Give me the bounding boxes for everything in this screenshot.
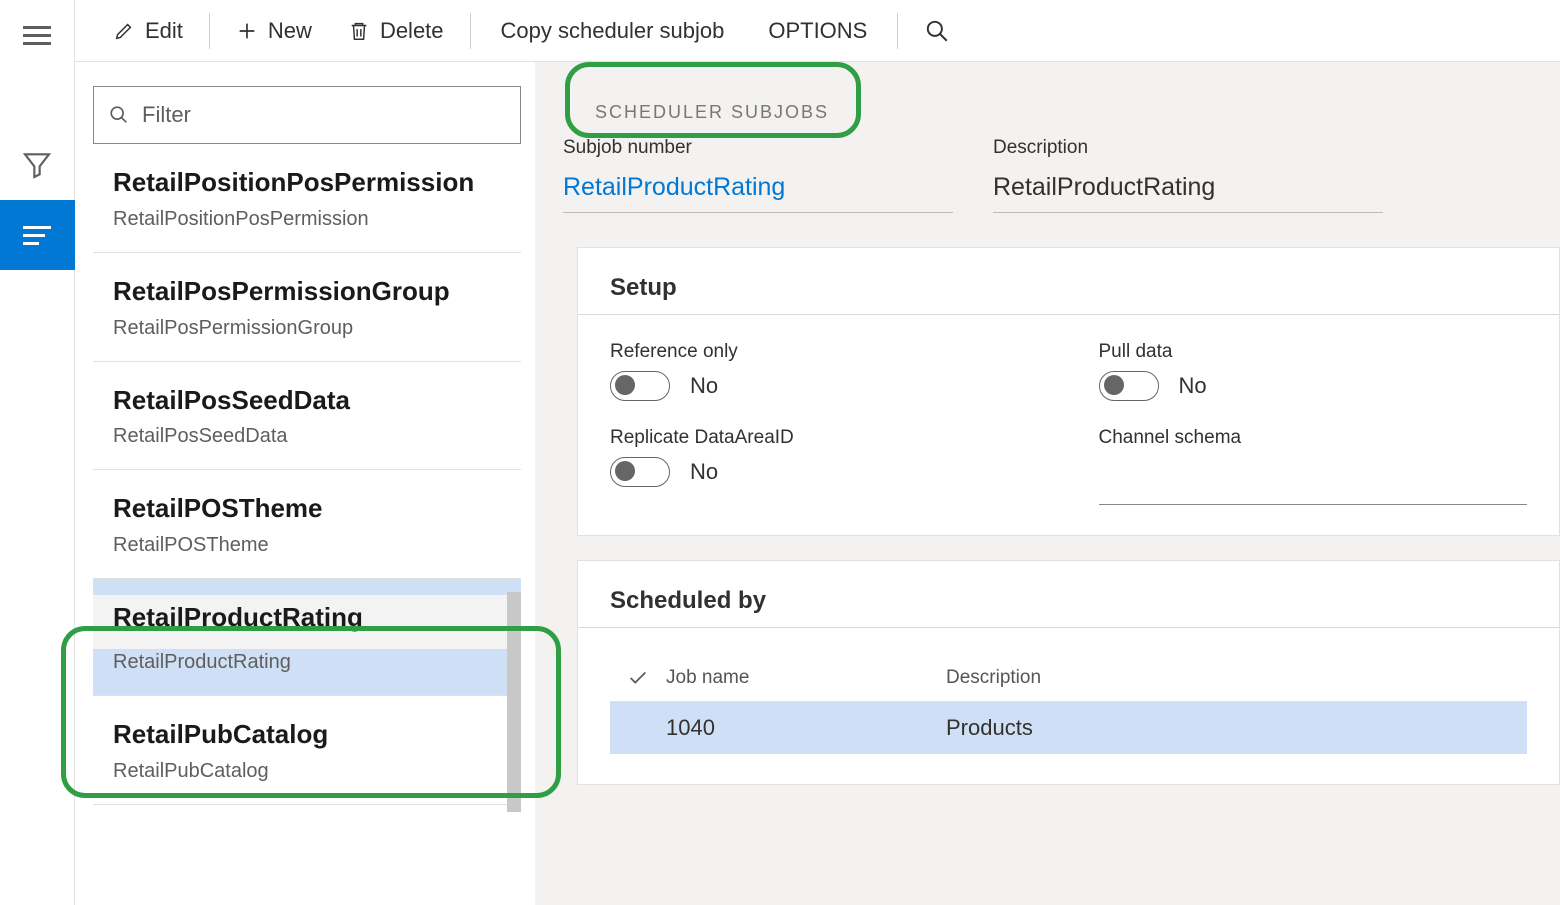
plus-icon: [236, 20, 258, 42]
list-item-title: RetailPubCatalog: [113, 718, 501, 752]
channel-schema-label: Channel schema: [1099, 427, 1528, 449]
reference-only-toggle[interactable]: [610, 371, 670, 401]
toolbar: Edit New Delete Copy scheduler subjob OP…: [75, 0, 1560, 62]
list-item[interactable]: RetailPosSeedData RetailPosSeedData: [93, 362, 521, 471]
list-item-sub: RetailPubCatalog: [113, 758, 501, 784]
filter-box[interactable]: [93, 86, 521, 144]
filter-input[interactable]: [142, 102, 506, 128]
list-item-title: RetailPOSTheme: [113, 492, 501, 526]
replicate-value: No: [690, 459, 718, 485]
delete-button[interactable]: Delete: [330, 11, 462, 51]
toolbar-separator: [209, 13, 210, 49]
list-item-sub: RetailPosPermissionGroup: [113, 315, 501, 341]
funnel-icon: [21, 149, 53, 181]
divider: [578, 627, 1559, 628]
filter-rail-button[interactable]: [0, 130, 75, 200]
divider: [578, 314, 1559, 315]
col-description[interactable]: Description: [946, 667, 1527, 689]
options-button[interactable]: OPTIONS: [746, 18, 889, 44]
list-panel: RetailPositionPosPermission RetailPositi…: [75, 62, 535, 905]
pull-data-toggle[interactable]: [1099, 371, 1159, 401]
list-item-sub: RetailPositionPosPermission: [113, 206, 501, 232]
hamburger-button[interactable]: [0, 0, 75, 70]
cell-description: Products: [946, 715, 1527, 741]
subjob-list[interactable]: RetailPositionPosPermission RetailPositi…: [93, 152, 521, 905]
replicate-label: Replicate DataAreaID: [610, 427, 1039, 449]
list-item-title: RetailPosSeedData: [113, 384, 501, 418]
pull-data-value: No: [1179, 373, 1207, 399]
new-label: New: [268, 18, 312, 44]
subjob-number-label: Subjob number: [563, 137, 953, 159]
list-item-title: RetailPositionPosPermission: [113, 166, 501, 200]
list-rail-button[interactable]: [0, 200, 75, 270]
detail-panel: SCHEDULER SUBJOBS Subjob number RetailPr…: [535, 62, 1560, 905]
left-rail: [0, 0, 75, 905]
setup-heading: Setup: [610, 274, 1527, 302]
new-button[interactable]: New: [218, 11, 330, 51]
search-icon: [108, 104, 130, 126]
scheduled-by-card: Scheduled by Job name Description 1: [577, 560, 1560, 785]
pencil-icon: [113, 20, 135, 42]
copy-subjob-button[interactable]: Copy scheduler subjob: [479, 18, 747, 44]
list-item-sub: RetailPOSTheme: [113, 532, 501, 558]
reference-only-label: Reference only: [610, 341, 1039, 363]
setup-card: Setup Reference only No: [577, 247, 1560, 536]
table-check-header[interactable]: [610, 667, 666, 689]
table-row[interactable]: 1040 Products: [610, 702, 1527, 754]
hamburger-icon: [23, 26, 51, 45]
delete-label: Delete: [380, 18, 444, 44]
list-item-title: RetailProductRating: [113, 601, 501, 635]
cell-job-name: 1040: [666, 715, 946, 741]
col-job-name[interactable]: Job name: [666, 667, 946, 689]
scheduled-by-heading: Scheduled by: [610, 587, 1527, 615]
channel-schema-input[interactable]: [1099, 467, 1528, 505]
reference-only-value: No: [690, 373, 718, 399]
toolbar-separator: [897, 13, 898, 49]
list-item[interactable]: RetailPubCatalog RetailPubCatalog: [93, 696, 521, 805]
subjob-number-value[interactable]: RetailProductRating: [563, 167, 953, 213]
list-item-sub: RetailProductRating: [113, 649, 501, 675]
scheduled-by-table: Job name Description 1040 Products: [610, 654, 1527, 754]
table-header: Job name Description: [610, 654, 1527, 702]
page-type-label: SCHEDULER SUBJOBS: [595, 102, 1560, 123]
edit-button[interactable]: Edit: [95, 11, 201, 51]
description-value[interactable]: RetailProductRating: [993, 167, 1383, 213]
pull-data-label: Pull data: [1099, 341, 1528, 363]
list-lines-icon: [23, 226, 51, 245]
search-icon: [924, 18, 950, 44]
list-item[interactable]: RetailPositionPosPermission RetailPositi…: [93, 152, 521, 253]
edit-label: Edit: [145, 18, 183, 44]
trash-icon: [348, 20, 370, 42]
list-item[interactable]: RetailPosPermissionGroup RetailPosPermis…: [93, 253, 521, 362]
list-item[interactable]: RetailPOSTheme RetailPOSTheme: [93, 470, 521, 579]
scrollbar-thumb[interactable]: [507, 592, 521, 812]
search-button[interactable]: [924, 18, 950, 44]
replicate-toggle[interactable]: [610, 457, 670, 487]
description-label: Description: [993, 137, 1383, 159]
list-item-title: RetailPosPermissionGroup: [113, 275, 501, 309]
list-item-selected[interactable]: RetailProductRating RetailProductRating: [93, 579, 521, 696]
toolbar-separator: [470, 13, 471, 49]
check-icon: [627, 667, 649, 689]
list-item-sub: RetailPosSeedData: [113, 423, 501, 449]
